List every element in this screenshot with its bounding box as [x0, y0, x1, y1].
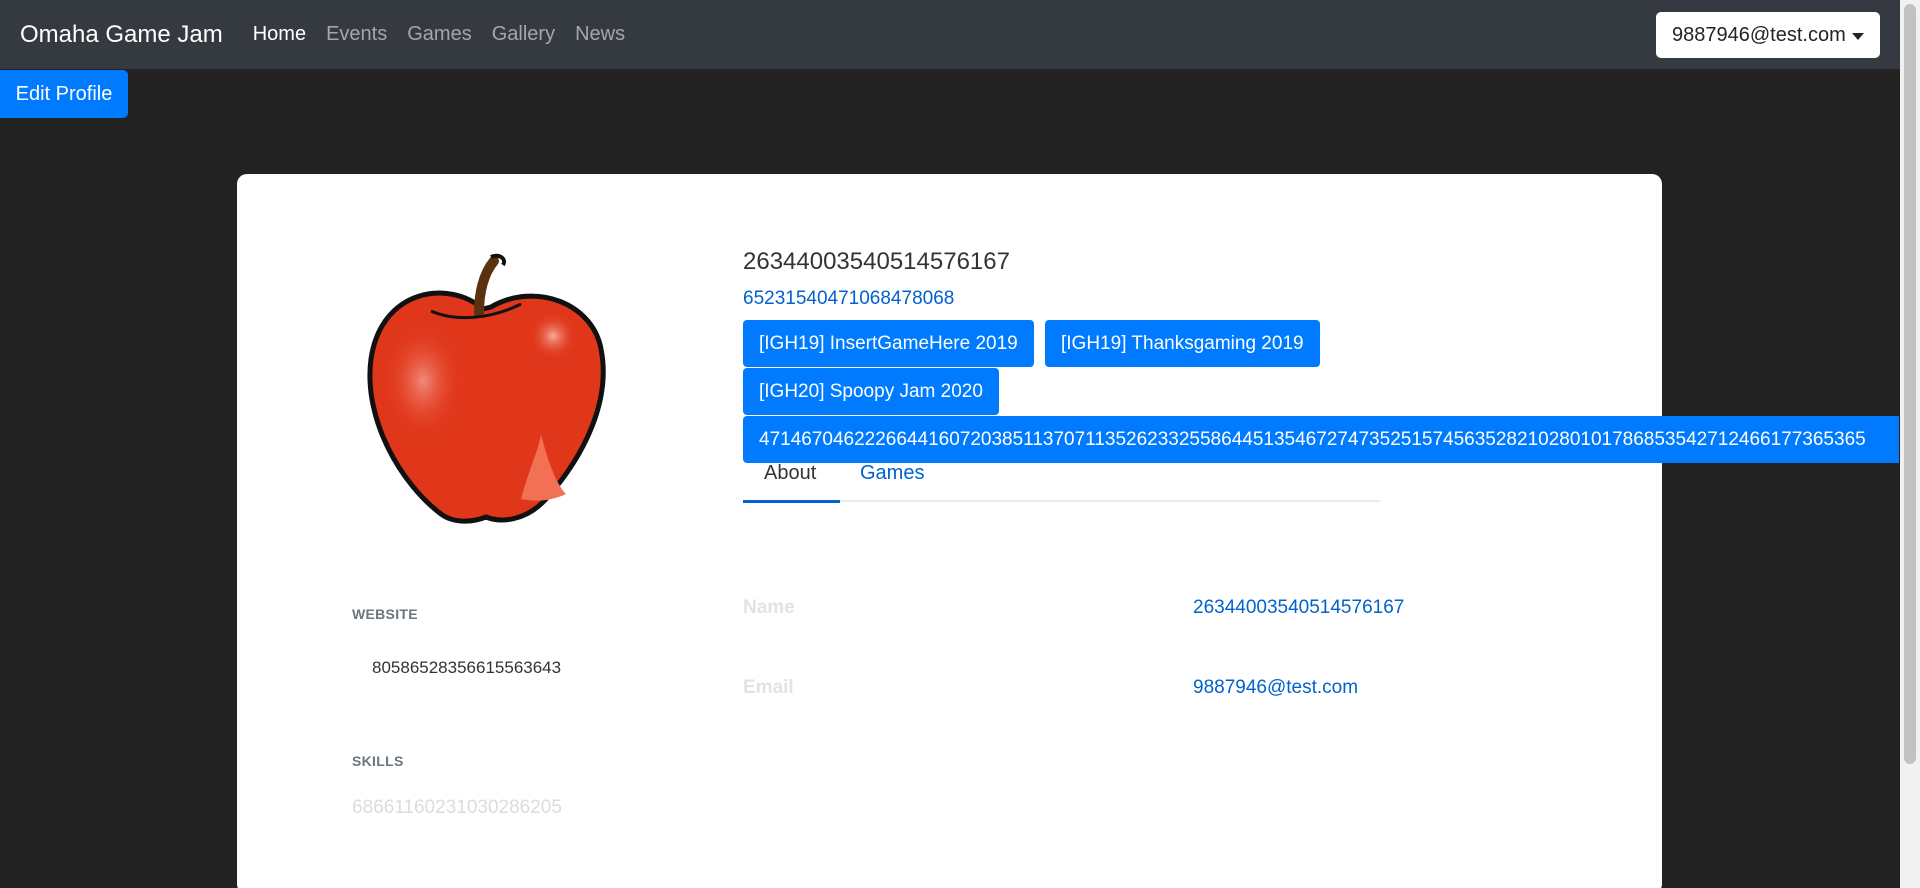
- tab-about[interactable]: About: [743, 462, 840, 503]
- nav-item-news[interactable]: News: [575, 23, 625, 46]
- top-navbar: Omaha Game Jam Home Events Games Gallery…: [0, 0, 1900, 69]
- profile-username-link[interactable]: 65231540471068478068: [743, 288, 954, 310]
- nav-item-home[interactable]: Home: [253, 23, 306, 46]
- page-scrollbar[interactable]: [1900, 0, 1920, 888]
- profile-name: 26344003540514576167: [743, 248, 1010, 275]
- event-badge[interactable]: [IGH19] InsertGameHere 2019: [743, 320, 1034, 367]
- website-label: WEBSITE: [352, 606, 418, 622]
- nav-item-games[interactable]: Games: [407, 23, 471, 46]
- event-badge[interactable]: 4714670462226644160720385113707113526233…: [743, 416, 1899, 463]
- email-field-value: 9887946@test.com: [1193, 677, 1359, 698]
- profile-card: 26344003540514576167 6523154047106847806…: [237, 174, 1899, 888]
- skills-label: SKILLS: [352, 753, 404, 769]
- nav-item-gallery[interactable]: Gallery: [492, 23, 555, 46]
- profile-tabs: About Games: [743, 462, 1380, 503]
- website-value: 80586528356615563643: [372, 658, 562, 677]
- apple-icon: [367, 253, 606, 524]
- edit-profile-button[interactable]: Edit Profile: [0, 70, 128, 118]
- brand-link[interactable]: Omaha Game Jam: [20, 21, 223, 49]
- user-email: 9887946@test.com: [1672, 23, 1846, 46]
- caret-down-icon: [1852, 33, 1864, 40]
- name-field-label: Name: [743, 597, 795, 618]
- event-badge[interactable]: [IGH20] Spoopy Jam 2020: [743, 368, 999, 415]
- email-field-label: Email: [743, 677, 794, 698]
- tab-games[interactable]: Games: [840, 462, 924, 502]
- scrollbar-thumb[interactable]: [1904, 4, 1916, 764]
- nav-item-events[interactable]: Events: [326, 23, 387, 46]
- skills-value: 68661160231030286205: [352, 797, 562, 818]
- event-badge[interactable]: [IGH19] Thanksgaming 2019: [1045, 320, 1320, 367]
- user-dropdown-button[interactable]: 9887946@test.com: [1656, 12, 1880, 58]
- name-field-value: 26344003540514576167: [1193, 597, 1405, 618]
